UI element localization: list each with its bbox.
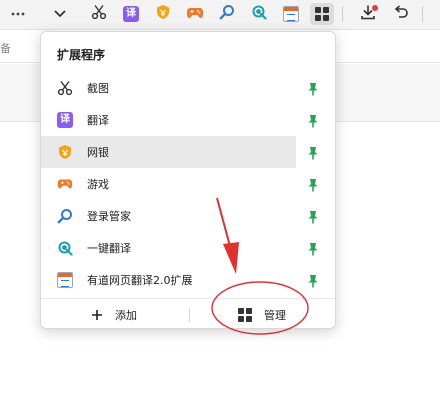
- add-extension-label: 添加: [115, 309, 137, 322]
- calendar-icon: [57, 272, 73, 288]
- extension-item-label: 翻译: [87, 114, 109, 127]
- footer-divider: [189, 308, 190, 322]
- gamepad-icon: [186, 5, 204, 24]
- download-notification-dot: [372, 5, 378, 11]
- plus-icon: [91, 306, 103, 325]
- search-key-icon: [219, 4, 235, 24]
- browser-toolbar: 译: [0, 0, 440, 30]
- bank-shield-icon: [155, 4, 171, 24]
- extension-item-bank[interactable]: 网银: [41, 136, 296, 168]
- popup-footer: 添加 管理: [41, 298, 335, 328]
- toolbar-divider-right: [422, 6, 423, 22]
- pin-icon[interactable]: [307, 241, 319, 256]
- pin-icon[interactable]: [307, 145, 319, 160]
- extension-item-youdao[interactable]: 有道网页翻译2.0扩展: [41, 264, 296, 296]
- extension-item-label: 截图: [87, 82, 109, 95]
- extension-item-label: 有道网页翻译2.0扩展: [87, 274, 193, 287]
- gamepad-icon: [57, 176, 73, 192]
- add-extension-button[interactable]: 添加: [91, 299, 137, 328]
- extension-item-quick-translate[interactable]: 一键翻译: [41, 232, 296, 264]
- search-key-icon: [57, 208, 73, 224]
- bank-shield-icon: [57, 144, 73, 160]
- extension-item-label: 网银: [87, 146, 109, 159]
- manage-extensions-button[interactable]: 管理: [238, 299, 286, 328]
- pin-icon[interactable]: [307, 209, 319, 224]
- pin-icon[interactable]: [307, 113, 319, 128]
- extensions-button[interactable]: [310, 3, 334, 25]
- toolbar-quick-translate-button[interactable]: [247, 3, 271, 25]
- search-circle-icon: [251, 4, 267, 24]
- extensions-grid-icon: [315, 7, 329, 21]
- toolbar-login-manager-button[interactable]: [215, 3, 239, 25]
- extension-item-translate[interactable]: 译 翻译: [41, 104, 296, 136]
- translate-icon: 译: [123, 6, 139, 22]
- extension-item-login-manager[interactable]: 登录管家: [41, 200, 296, 232]
- address-bar-text-fragment: 备: [0, 42, 11, 55]
- pin-icon[interactable]: [307, 177, 319, 192]
- toolbar-translate-button[interactable]: 译: [119, 3, 143, 25]
- extension-item-label: 一键翻译: [87, 242, 131, 255]
- extension-list: 截图 译 翻译 网银 游戏 登录管家 一键翻译 有道网页翻译2.0扩展: [41, 72, 335, 296]
- scissors-icon: [91, 4, 107, 24]
- chevron-down-icon[interactable]: [48, 3, 72, 25]
- extension-item-label: 游戏: [87, 178, 109, 191]
- extension-item-games[interactable]: 游戏: [41, 168, 296, 200]
- toolbar-divider: [342, 6, 343, 22]
- extension-item-label: 登录管家: [87, 210, 131, 223]
- undo-button[interactable]: [389, 3, 413, 25]
- pin-icon[interactable]: [307, 273, 319, 288]
- toolbar-screenshot-button[interactable]: [87, 3, 111, 25]
- search-circle-icon: [57, 240, 73, 256]
- calendar-icon: [283, 6, 299, 22]
- manage-grid-icon: [238, 308, 252, 322]
- pin-icon[interactable]: [307, 81, 319, 96]
- toolbar-youdao-button[interactable]: [279, 3, 303, 25]
- more-dots-icon[interactable]: [6, 3, 30, 25]
- extension-item-screenshot[interactable]: 截图: [41, 72, 296, 104]
- scissors-icon: [57, 80, 73, 96]
- extensions-popup: 扩展程序 截图 译 翻译 网银 游戏 登录管家 一键翻译 有道网页翻译2.0扩展…: [40, 31, 336, 329]
- translate-icon: 译: [57, 112, 73, 128]
- toolbar-games-button[interactable]: [183, 3, 207, 25]
- undo-icon: [393, 4, 409, 24]
- manage-extensions-label: 管理: [264, 309, 286, 322]
- toolbar-bank-button[interactable]: [151, 3, 175, 25]
- popup-title: 扩展程序: [57, 48, 106, 62]
- download-button[interactable]: [356, 3, 380, 25]
